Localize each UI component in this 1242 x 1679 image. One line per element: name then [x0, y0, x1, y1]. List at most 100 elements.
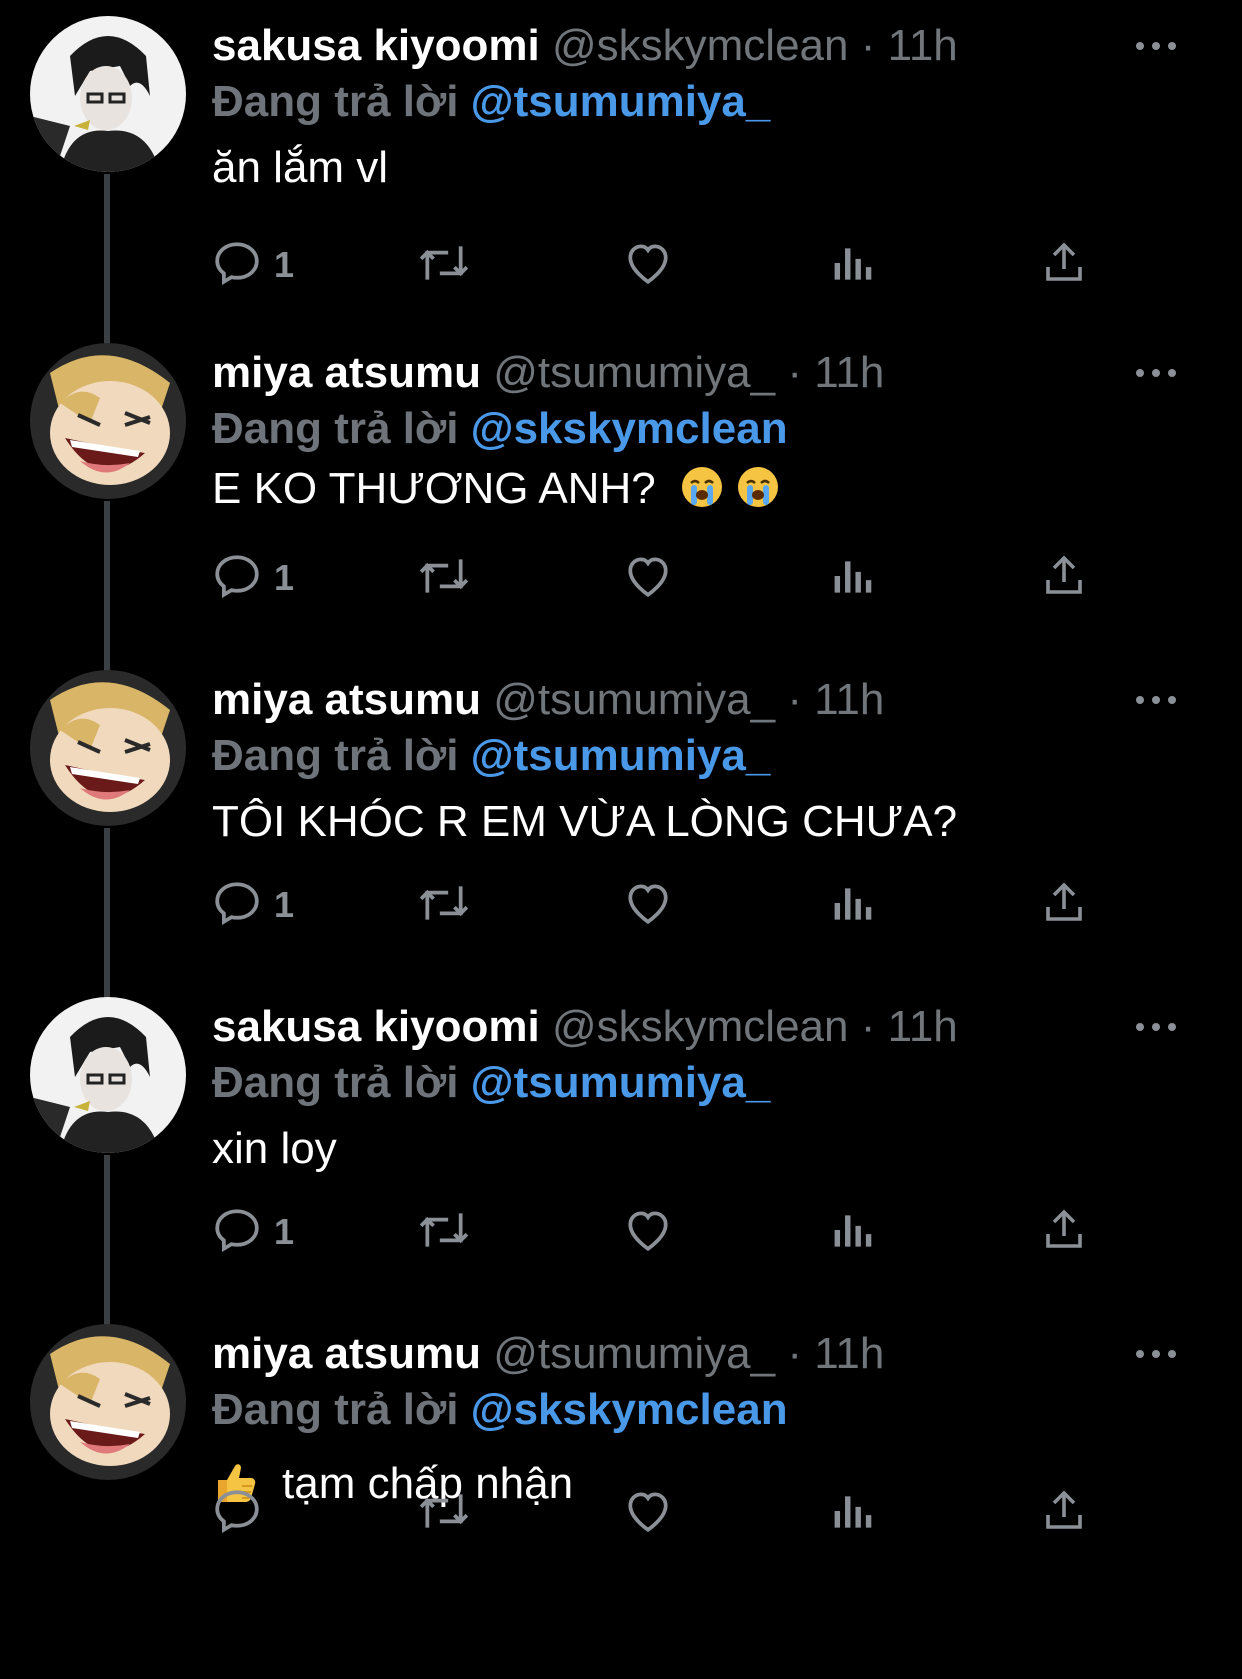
reply-button[interactable]: 1 [212, 878, 294, 934]
separator-dot: · [860, 21, 876, 70]
mention-link[interactable]: @tsumumiya_ [471, 731, 771, 780]
like-button[interactable] [622, 1205, 674, 1261]
timestamp[interactable]: 11h [814, 348, 884, 397]
share-button[interactable] [1040, 1205, 1088, 1261]
views-button[interactable] [832, 1486, 876, 1542]
user-handle[interactable]: @tsumumiya_ [493, 348, 775, 397]
analytics-icon [834, 888, 872, 920]
share-button[interactable] [1040, 238, 1088, 294]
analytics-icon [834, 1215, 872, 1247]
like-button[interactable] [622, 1486, 674, 1542]
tweet-header: sakusa kiyoomi @skskymclean · 11h [212, 999, 1182, 1055]
analytics-icon [834, 248, 872, 280]
reply-button[interactable]: 1 [212, 1205, 294, 1261]
separator-dot: · [860, 1002, 876, 1051]
tweet-header: miya atsumu @tsumumiya_ · 11h [212, 672, 1182, 728]
replying-to: Đang trả lời @tsumumiya_ [212, 728, 770, 784]
reply-icon [215, 882, 259, 926]
mention-link[interactable]: @skskymclean [471, 1385, 788, 1434]
tweet-actions: 1 [212, 878, 1112, 934]
crying-face-icon [681, 467, 722, 507]
reply-button[interactable]: 1 [212, 238, 294, 294]
avatar[interactable] [30, 1324, 186, 1480]
timestamp[interactable]: 11h [814, 675, 884, 724]
display-name[interactable]: miya atsumu [212, 1329, 481, 1378]
tweet-text: xin loy [212, 1121, 337, 1177]
reply-icon [215, 555, 259, 599]
mention-link[interactable]: @tsumumiya_ [471, 1058, 771, 1107]
crying-face-icon [737, 467, 778, 507]
more-options-icon[interactable] [1132, 1332, 1182, 1372]
replying-to: Đang trả lời @tsumumiya_ [212, 74, 770, 130]
heart-icon [628, 557, 668, 597]
like-button[interactable] [622, 238, 674, 294]
timestamp[interactable]: 11h [814, 1329, 884, 1378]
more-options-icon[interactable] [1132, 24, 1182, 64]
retweet-button[interactable] [416, 551, 472, 607]
share-icon [1046, 1490, 1082, 1529]
retweet-button[interactable] [416, 878, 472, 934]
reply-count: 1 [274, 1211, 295, 1252]
thread-line [104, 1155, 110, 1325]
user-handle[interactable]: @tsumumiya_ [493, 675, 775, 724]
views-button[interactable] [832, 878, 876, 934]
reply-count: 1 [274, 557, 295, 598]
tweet-actions-row [212, 1486, 1112, 1542]
reply-icon [215, 242, 259, 286]
user-handle[interactable]: @skskymclean [552, 1002, 849, 1051]
tweet-actions: 1 [212, 238, 1112, 294]
retweet-button[interactable] [416, 238, 472, 294]
reply-icon [215, 1490, 259, 1534]
separator-dot: · [787, 348, 802, 397]
views-button[interactable] [832, 238, 876, 294]
like-button[interactable] [622, 551, 674, 607]
views-button[interactable] [832, 551, 876, 607]
reply-button[interactable]: 1 [212, 551, 294, 607]
more-options-icon[interactable] [1132, 351, 1182, 391]
mention-link[interactable]: @tsumumiya_ [471, 77, 771, 126]
avatar[interactable] [30, 670, 186, 826]
heart-icon [628, 244, 668, 284]
timestamp[interactable]: 11h [888, 21, 958, 70]
user-handle[interactable]: @tsumumiya_ [493, 1329, 775, 1378]
more-options-icon[interactable] [1132, 678, 1182, 718]
like-button[interactable] [622, 878, 674, 934]
display-name[interactable]: miya atsumu [212, 675, 481, 724]
analytics-icon [834, 561, 872, 593]
reply-count: 1 [274, 884, 295, 925]
tweet-header: miya atsumu @tsumumiya_ · 11h [212, 345, 1182, 401]
retweet-button[interactable] [416, 1486, 472, 1542]
replying-to: Đang trả lời @tsumumiya_ [212, 1055, 770, 1111]
tweet-text: E KO THƯƠNG ANH? [212, 461, 780, 517]
reply-icon [215, 1209, 259, 1253]
heart-icon [628, 1211, 668, 1251]
replying-to: Đang trả lời @skskymclean [212, 1382, 788, 1438]
share-icon [1046, 882, 1082, 921]
share-button[interactable] [1040, 878, 1088, 934]
retweet-button[interactable] [416, 1205, 472, 1261]
tweet-header: sakusa kiyoomi @skskymclean · 11h [212, 18, 1182, 74]
reply-button[interactable] [212, 1486, 262, 1542]
tweet-text-content: E KO THƯƠNG ANH? [212, 464, 656, 513]
display-name[interactable]: miya atsumu [212, 348, 481, 397]
more-options-icon[interactable] [1132, 1005, 1182, 1045]
user-handle[interactable]: @skskymclean [552, 21, 849, 70]
avatar[interactable] [30, 343, 186, 499]
analytics-icon [834, 1496, 872, 1528]
separator-dot: · [787, 675, 802, 724]
share-icon [1046, 242, 1082, 281]
views-button[interactable] [832, 1205, 876, 1261]
share-button[interactable] [1040, 1486, 1088, 1542]
timestamp[interactable]: 11h [888, 1002, 958, 1051]
mention-link[interactable]: @skskymclean [471, 404, 788, 453]
share-button[interactable] [1040, 551, 1088, 607]
thread-line [104, 828, 110, 998]
tweet-actions: 1 [212, 551, 1112, 607]
avatar[interactable] [30, 16, 186, 172]
avatar[interactable] [30, 997, 186, 1153]
heart-icon [628, 1492, 668, 1532]
display-name[interactable]: sakusa kiyoomi [212, 1002, 540, 1051]
thread-line [104, 501, 110, 671]
replying-to-label: Đang trả lời [212, 1385, 459, 1434]
display-name[interactable]: sakusa kiyoomi [212, 21, 540, 70]
